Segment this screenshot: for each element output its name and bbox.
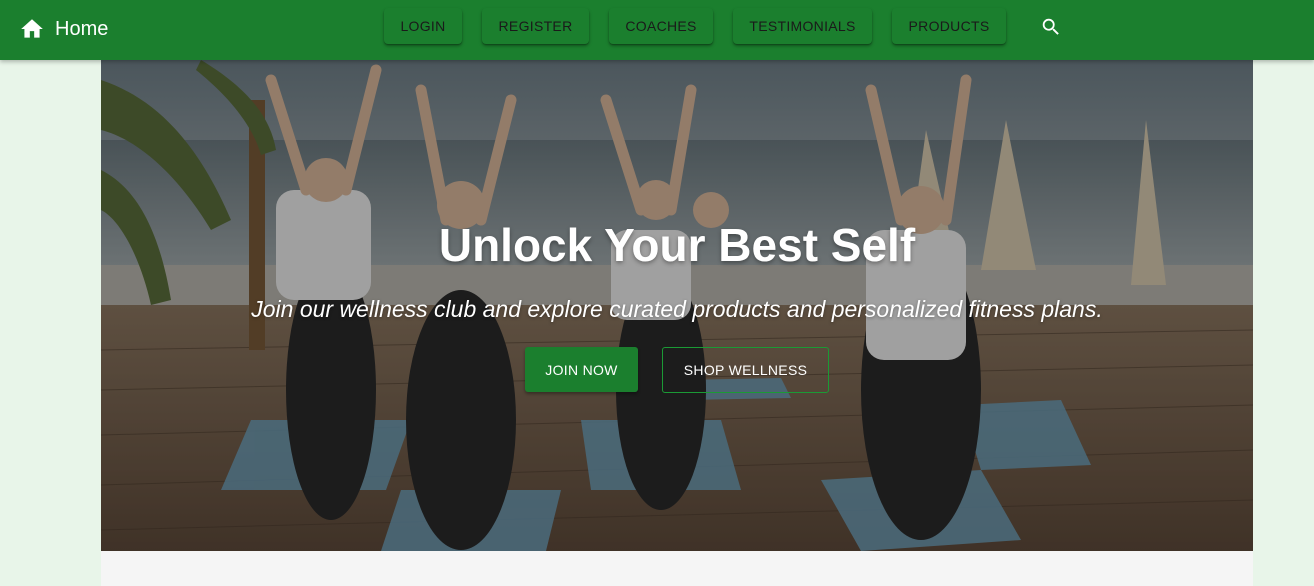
home-link[interactable]: Home: [19, 14, 108, 44]
hero-banner: Unlock Your Best Self Join our wellness …: [101, 60, 1253, 551]
nav-login-button[interactable]: LOGIN: [384, 8, 462, 44]
nav-register-button[interactable]: REGISTER: [482, 8, 589, 44]
home-label: Home: [55, 17, 109, 40]
search-icon: [1040, 16, 1062, 38]
nav-products-button[interactable]: PRODUCTS: [892, 8, 1006, 44]
hero-title: Unlock Your Best Self: [438, 219, 916, 271]
nav-testimonials-button[interactable]: TESTIMONIALS: [733, 8, 872, 44]
nav-coaches-button[interactable]: COACHES: [609, 8, 713, 44]
shop-wellness-button[interactable]: SHOP WELLNESS: [662, 347, 829, 393]
top-app-bar: Home LOGIN REGISTER COACHES TESTIMONIALS…: [0, 0, 1314, 60]
search-button[interactable]: [1038, 14, 1064, 40]
home-icon: [19, 16, 45, 42]
hero-subtitle: Join our wellness club and explore curat…: [251, 296, 1103, 322]
join-now-button[interactable]: JOIN NOW: [525, 347, 638, 392]
